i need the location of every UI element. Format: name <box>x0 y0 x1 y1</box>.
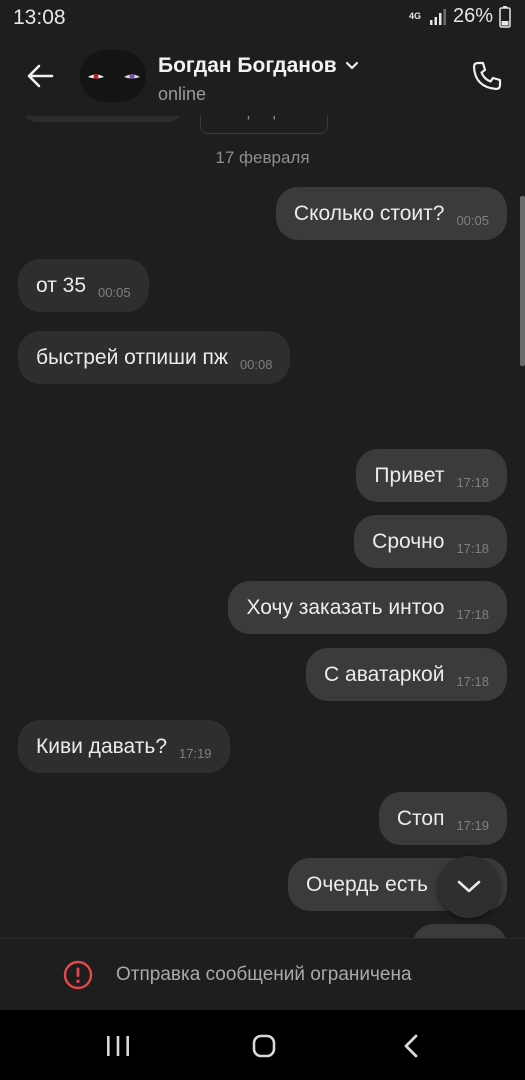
battery-icon <box>499 5 511 28</box>
message-time: 17:18 <box>456 475 489 490</box>
network-type: 4G <box>408 11 421 21</box>
message-text: Стоп <box>396 806 445 830</box>
date-separator: 17 февраля <box>215 148 310 167</box>
message-time: 17:18 <box>456 541 489 556</box>
system-nav-bar <box>0 1010 525 1080</box>
recent-apps-icon[interactable] <box>104 1034 132 1058</box>
message-text: Хочу заказать интоо <box>246 595 445 619</box>
chevron-down-icon <box>345 61 358 70</box>
message-bubble[interactable]: Привет 17:18 <box>356 449 507 502</box>
message-time: 00:08 <box>239 357 273 372</box>
contact-name-row[interactable]: Богдан Богданов <box>158 54 359 78</box>
message-text: Киви давать? <box>36 734 167 758</box>
message-bubble[interactable]: Стоп 17:19 <box>378 792 507 845</box>
restriction-bar: Отправка сообщений ограничена <box>0 938 525 1010</box>
message-time: 17:18 <box>456 607 489 622</box>
signal-icon <box>429 8 446 25</box>
message-time: 17:18 <box>456 674 489 689</box>
message-time: 17:19 <box>456 818 489 833</box>
warning-circle-icon <box>63 960 93 990</box>
back-arrow-icon <box>27 64 54 88</box>
message-bubble-partial[interactable] <box>412 924 507 938</box>
contact-name: Богдан Богданов <box>158 54 337 77</box>
home-icon[interactable] <box>250 1032 278 1060</box>
message-bubble[interactable]: Киви давать? 17:19 <box>18 720 230 773</box>
phone-icon <box>472 61 502 91</box>
message-time: 00:05 <box>98 285 131 300</box>
message-text: Привет <box>374 463 445 487</box>
message-time: 17:19 <box>179 746 212 761</box>
status-time: 13:08 <box>13 6 66 29</box>
avatar-image <box>80 50 146 102</box>
message-text: от 35 <box>36 273 87 297</box>
message-bubble[interactable]: Сколько стоит? 00:05 <box>275 187 507 240</box>
message-text: С аватаркой <box>324 662 445 686</box>
avatar[interactable] <box>80 50 146 102</box>
message-text: Срочно <box>372 529 445 553</box>
message-bubble[interactable]: Срочно 17:18 <box>354 515 507 568</box>
contact-status: online <box>158 84 207 104</box>
scroll-to-bottom-button[interactable] <box>438 856 500 918</box>
message-text: Сколько стоит? <box>293 201 445 225</box>
status-icons: 4G 26% <box>409 5 511 28</box>
message-bubble[interactable]: С аватаркой 17:18 <box>306 648 507 701</box>
back-button[interactable] <box>22 58 58 94</box>
message-bubble[interactable]: быстрей отпиши пж 00:08 <box>18 331 291 384</box>
restriction-text: Отправка сообщений ограничена <box>116 964 412 985</box>
scrollbar[interactable] <box>520 196 525 366</box>
message-time: 00:05 <box>456 213 489 228</box>
chevron-down-icon <box>457 880 481 893</box>
message-list[interactable]: 16 февраля 17 февраля Сколько стоит? 00:… <box>0 116 525 938</box>
message-bubble[interactable]: Хочу заказать интоо 17:18 <box>228 581 507 634</box>
message-bubble-partial[interactable] <box>22 116 182 122</box>
battery-percent: 26% <box>452 5 493 27</box>
status-bar: 13:08 4G 26% <box>0 0 525 36</box>
message-text: быстрей отпиши пж <box>36 345 228 369</box>
call-button[interactable] <box>469 58 505 94</box>
date-label-previous: 16 февраля <box>200 116 328 134</box>
message-bubble[interactable]: от 35 00:05 <box>18 259 149 312</box>
back-icon[interactable] <box>398 1032 426 1060</box>
message-text: Очердь есть <box>306 872 428 896</box>
chat-header: Богдан Богданов online <box>0 36 525 116</box>
